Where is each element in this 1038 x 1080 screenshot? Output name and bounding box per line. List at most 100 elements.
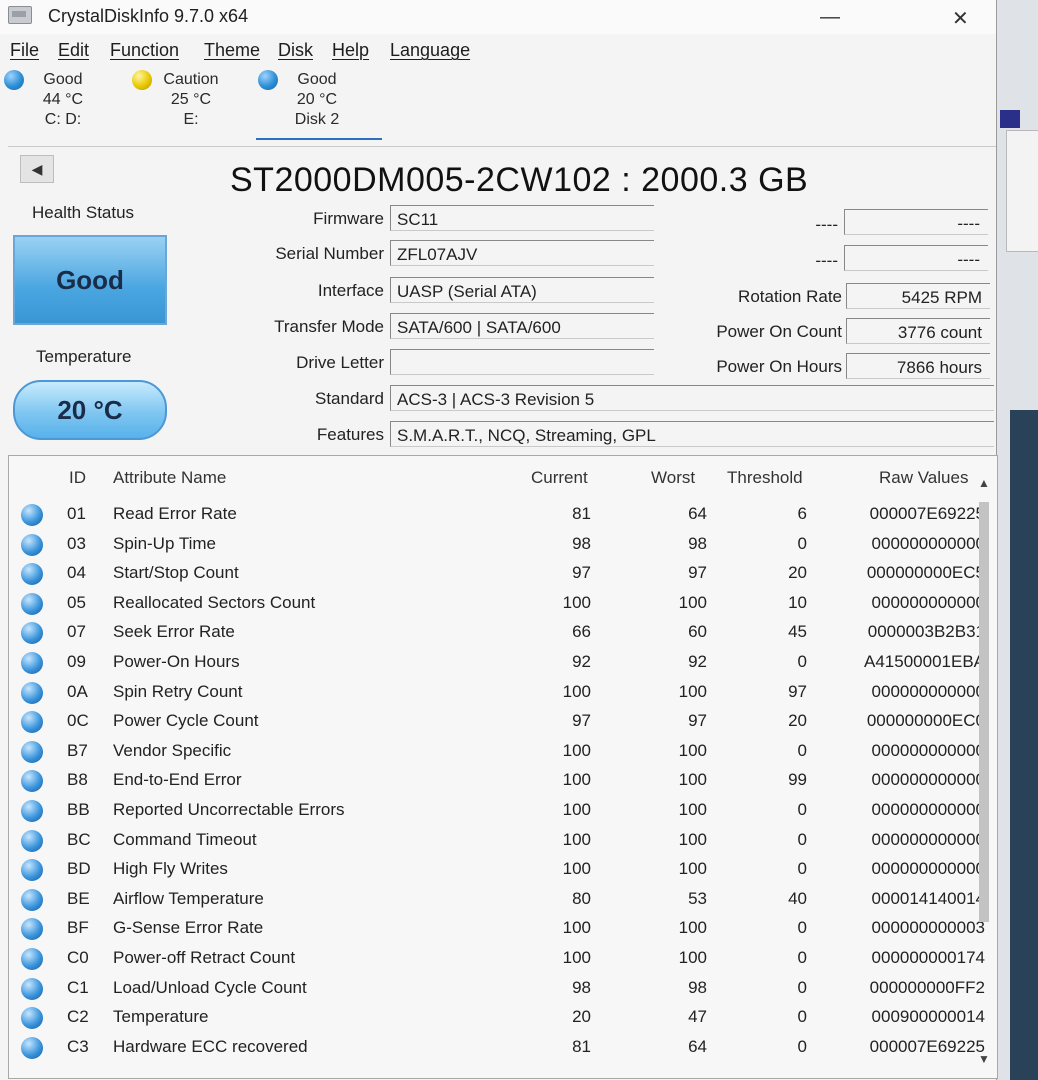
column-header-worst[interactable]: Worst <box>651 468 695 488</box>
smart-table-row[interactable]: 04 Start/Stop Count 97 97 20 000000000EC5 <box>9 559 985 587</box>
scroll-down-icon[interactable]: ▼ <box>975 1052 993 1070</box>
attribute-status-icon <box>21 770 43 792</box>
disk-tab-temp: 44 °C <box>42 91 84 108</box>
standard-label: Standard <box>315 389 384 408</box>
attribute-threshold: 20 <box>788 711 807 730</box>
attribute-threshold: 97 <box>788 682 807 701</box>
attribute-raw-value: 000014140014 <box>871 889 985 908</box>
attribute-name: Power-off Retract Count <box>113 948 296 967</box>
attribute-worst: 100 <box>678 770 707 789</box>
column-header-threshold[interactable]: Threshold <box>727 468 803 488</box>
attribute-current: 97 <box>572 711 591 730</box>
smart-table-row[interactable]: 0A Spin Retry Count 100 100 97 000000000000 <box>9 678 985 706</box>
attribute-id: C2 <box>67 1007 89 1026</box>
drive-model-title: ST2000DM005-2CW102 : 2000.3 GB <box>230 161 809 199</box>
smart-table-row[interactable]: BC Command Timeout 100 100 0 000000000000 <box>9 826 985 854</box>
disk-tab-e[interactable]: Caution 25 °C E: <box>130 66 240 144</box>
disk-tab-status: Good <box>43 71 83 88</box>
smart-table-row[interactable]: C1 Load/Unload Cycle Count 98 98 0 000000000F… <box>9 974 985 1002</box>
column-header-attribute-name[interactable]: Attribute Name <box>113 468 226 488</box>
smart-table-row[interactable]: BE Airflow Temperature 80 53 40 000014140014 <box>9 885 985 913</box>
power-on-count-field: 3776 count <box>846 318 990 344</box>
disk-tab-label: Disk 2 <box>294 111 340 128</box>
health-status-button[interactable]: Good <box>13 235 167 325</box>
rotation-rate-label: Rotation Rate <box>738 287 842 306</box>
serial-number-field: ZFL07AJV <box>390 240 654 266</box>
smart-table-row[interactable]: C3 Hardware ECC recovered 81 64 0 000007E6922… <box>9 1033 985 1061</box>
menu-language[interactable]: Language <box>390 40 470 61</box>
attribute-raw-value: 000000000000 <box>871 770 985 789</box>
smart-table-row[interactable]: 03 Spin-Up Time 98 98 0 000000000000 <box>9 530 985 558</box>
attribute-id: 09 <box>67 652 86 671</box>
smart-table-row[interactable]: 01 Read Error Rate 81 64 6 000007E69225 <box>9 500 985 528</box>
attribute-name: Vendor Specific <box>113 741 232 760</box>
smart-table-row[interactable]: C2 Temperature 20 47 0 000900000014 <box>9 1003 985 1031</box>
attribute-threshold: 0 <box>797 918 807 937</box>
vertical-scrollbar[interactable]: ▲ ▼ <box>975 476 993 1076</box>
attribute-worst: 97 <box>688 563 707 582</box>
serial-number-label: Serial Number <box>275 244 384 263</box>
smart-table-row[interactable]: B7 Vendor Specific 100 100 0 000000000000 <box>9 737 985 765</box>
attribute-status-icon <box>21 918 43 940</box>
attribute-worst: 98 <box>688 978 707 997</box>
attribute-raw-value: 000007E69225 <box>869 504 985 523</box>
attribute-threshold: 20 <box>788 563 807 582</box>
menu-help[interactable]: Help <box>332 40 369 61</box>
close-button[interactable]: ✕ <box>952 6 969 31</box>
scroll-up-icon[interactable]: ▲ <box>975 476 993 494</box>
attribute-raw-value: 000007E69225 <box>869 1037 985 1056</box>
smart-table-row[interactable]: 07 Seek Error Rate 66 60 45 0000003B2B31 <box>9 618 985 646</box>
smart-table-row[interactable]: C0 Power-off Retract Count 100 100 0 00000000… <box>9 944 985 972</box>
scrollbar-thumb[interactable] <box>979 502 989 922</box>
attribute-current: 98 <box>572 534 591 553</box>
disk-tab-disk-2[interactable]: Good 20 °C Disk 2 <box>256 66 382 144</box>
attribute-raw-value: 000000000000 <box>871 800 985 819</box>
attribute-id: BD <box>67 859 91 878</box>
attribute-worst: 100 <box>678 859 707 878</box>
attribute-threshold: 0 <box>797 978 807 997</box>
attribute-threshold: 0 <box>797 859 807 878</box>
menu-theme[interactable]: Theme <box>204 40 260 61</box>
attribute-id: BF <box>67 918 89 937</box>
attribute-id: 07 <box>67 622 86 641</box>
attribute-status-icon <box>21 800 43 822</box>
disk-tab-text: Caution 25 °C E: <box>156 70 226 130</box>
attribute-worst: 98 <box>688 534 707 553</box>
attribute-status-icon <box>21 741 43 763</box>
drive-letter-field <box>390 349 654 375</box>
attribute-worst: 100 <box>678 948 707 967</box>
attribute-id: 05 <box>67 593 86 612</box>
menu-function[interactable]: Function <box>110 40 179 61</box>
temperature-button[interactable]: 20 °C <box>13 380 167 440</box>
crystaldiskinfo-window: CrystalDiskInfo 9.7.0 x64 — ✕ File Edit … <box>0 0 998 1080</box>
disk-tab-status: Good <box>297 71 337 88</box>
smart-table-row[interactable]: 0C Power Cycle Count 97 97 20 000000000EC0 <box>9 707 985 735</box>
disk-tab-text: Good 20 °C Disk 2 <box>282 70 352 130</box>
smart-table-row[interactable]: BD High Fly Writes 100 100 0 000000000000 <box>9 855 985 883</box>
smart-table-header: ID Attribute Name Current Worst Threshol… <box>9 464 969 488</box>
smart-table-row[interactable]: BB Reported Uncorrectable Errors 100 100 0 00… <box>9 796 985 824</box>
menu-disk[interactable]: Disk <box>278 40 313 61</box>
standard-field: ACS-3 | ACS-3 Revision 5 <box>390 385 994 411</box>
attribute-id: B8 <box>67 770 88 789</box>
blank-field-2: ---- <box>844 245 988 271</box>
previous-disk-button[interactable]: ◀ <box>20 155 54 183</box>
temperature-label: Temperature <box>36 347 132 366</box>
attribute-threshold: 6 <box>797 504 807 523</box>
column-header-current[interactable]: Current <box>531 468 588 488</box>
smart-table-row[interactable]: 05 Reallocated Sectors Count 100 100 10 00000… <box>9 589 985 617</box>
disk-tab-c-d[interactable]: Good 44 °C C: D: <box>2 66 112 144</box>
smart-table-row[interactable]: BF G-Sense Error Rate 100 100 0 000000000003 <box>9 914 985 942</box>
minimize-button[interactable]: — <box>820 6 840 29</box>
smart-attributes-list[interactable]: ID Attribute Name Current Worst Threshol… <box>8 455 998 1079</box>
column-header-raw-values[interactable]: Raw Values <box>879 468 968 488</box>
column-header-id[interactable]: ID <box>69 468 86 488</box>
smart-table-row[interactable]: B8 End-to-End Error 100 100 99 000000000000 <box>9 766 985 794</box>
attribute-name: Read Error Rate <box>113 504 237 523</box>
blank-label-2: ---- <box>815 251 838 270</box>
title-bar[interactable]: CrystalDiskInfo 9.7.0 x64 — ✕ <box>0 0 996 34</box>
smart-table-row[interactable]: 09 Power-On Hours 92 92 0 A41500001EBA <box>9 648 985 676</box>
menu-edit[interactable]: Edit <box>58 40 89 61</box>
firmware-field: SC11 <box>390 205 654 231</box>
menu-file[interactable]: File <box>10 40 39 61</box>
